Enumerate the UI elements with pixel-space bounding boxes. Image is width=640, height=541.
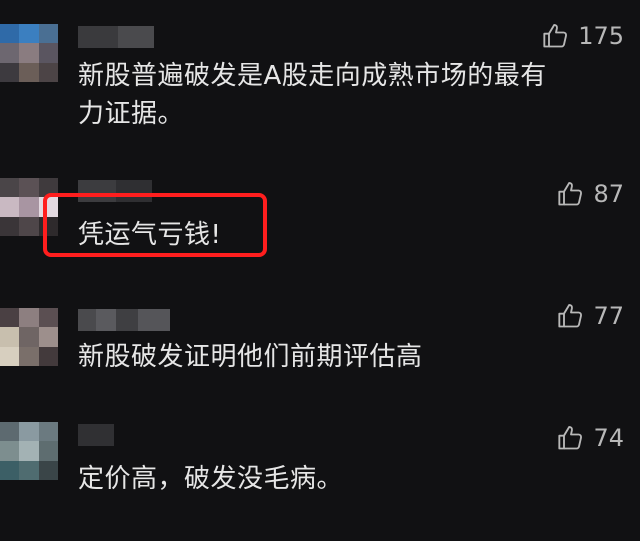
avatar[interactable] (0, 422, 58, 480)
comment-text: 新股普遍破发是A股走向成熟市场的最有力证据。 (78, 61, 547, 129)
username[interactable] (78, 424, 114, 446)
username[interactable] (78, 26, 154, 48)
thumbs-up-icon (558, 303, 583, 328)
like-button[interactable]: 77 (557, 302, 624, 330)
comment-item: 74 定价高，破发没毛病。 (0, 412, 640, 522)
comment-text: 定价高，破发没毛病。 (78, 464, 344, 494)
like-button[interactable]: 175 (542, 22, 624, 50)
comment-text: 新股破发证明他们前期评估高 (78, 342, 423, 372)
comment-item: 77 新股破发证明他们前期评估高 (0, 290, 640, 400)
like-button[interactable]: 74 (557, 424, 624, 452)
like-count: 87 (593, 180, 624, 208)
like-count: 175 (578, 22, 624, 50)
thumbs-up-icon (558, 181, 583, 206)
thumbs-up-icon (558, 425, 583, 450)
like-count: 77 (593, 302, 624, 330)
comment-item: 175 新股普遍破发是A股走向成熟市场的最有力证据。 (0, 0, 640, 150)
like-count: 74 (593, 424, 624, 452)
thumbs-up-icon (543, 23, 568, 48)
highlight-box (43, 193, 267, 257)
like-button[interactable]: 87 (557, 180, 624, 208)
avatar[interactable] (0, 308, 58, 366)
avatar[interactable] (0, 24, 58, 82)
username[interactable] (78, 309, 170, 331)
